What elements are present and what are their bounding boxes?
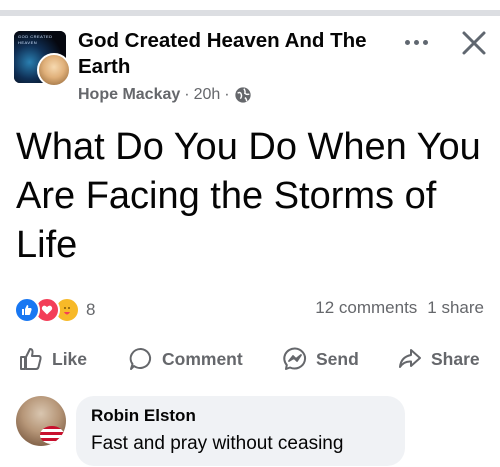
more-dot	[404, 39, 410, 45]
comments-count[interactable]: 12 comments	[315, 298, 417, 318]
like-label: Like	[52, 348, 88, 369]
flag-badge	[40, 426, 64, 444]
comment-button[interactable]: Comment	[128, 340, 243, 378]
post-stats: 12 comments 1 share	[315, 298, 484, 318]
close-icon[interactable]	[460, 29, 488, 57]
comment-author[interactable]: Robin Elston	[91, 406, 196, 426]
share-label: Share	[431, 348, 480, 369]
like-reaction-icon	[14, 297, 40, 323]
comment-label: Comment	[162, 348, 243, 369]
send-button[interactable]: Send	[282, 340, 359, 378]
reactions-summary[interactable]: 8	[14, 297, 95, 323]
more-dot	[422, 39, 428, 45]
post-time[interactable]: 20h	[194, 86, 221, 104]
comment-text: Fast and pray without ceasing	[91, 433, 344, 454]
top-divider	[0, 10, 500, 16]
share-icon	[399, 349, 421, 368]
like-button[interactable]: Like	[18, 340, 87, 378]
more-options-button[interactable]	[398, 30, 434, 54]
thumbs-up-icon	[20, 348, 42, 370]
meta-separator: ·	[184, 86, 190, 103]
post-meta: Hope Mackay · 20h ·	[78, 85, 252, 105]
more-dot	[413, 39, 419, 45]
messenger-icon	[283, 347, 307, 370]
action-bar: Like Comment Send Share	[0, 340, 500, 380]
shares-count[interactable]: 1 share	[427, 298, 484, 318]
post-author[interactable]: Hope Mackay	[78, 86, 180, 104]
share-button[interactable]: Share	[397, 340, 480, 378]
post-text: What Do You Do When You Are Facing the S…	[16, 126, 481, 266]
commenter-avatar[interactable]	[16, 396, 66, 446]
globe-icon	[234, 87, 251, 103]
reaction-count: 8	[86, 300, 96, 319]
group-avatar-caption: GOD CREATED HEAVEN	[18, 34, 53, 45]
meta-separator: ·	[224, 86, 230, 103]
send-label: Send	[316, 348, 359, 369]
group-name[interactable]: God Created Heaven And The Earth	[78, 28, 378, 80]
poster-avatar[interactable]	[37, 53, 71, 87]
comment-icon	[129, 347, 152, 370]
